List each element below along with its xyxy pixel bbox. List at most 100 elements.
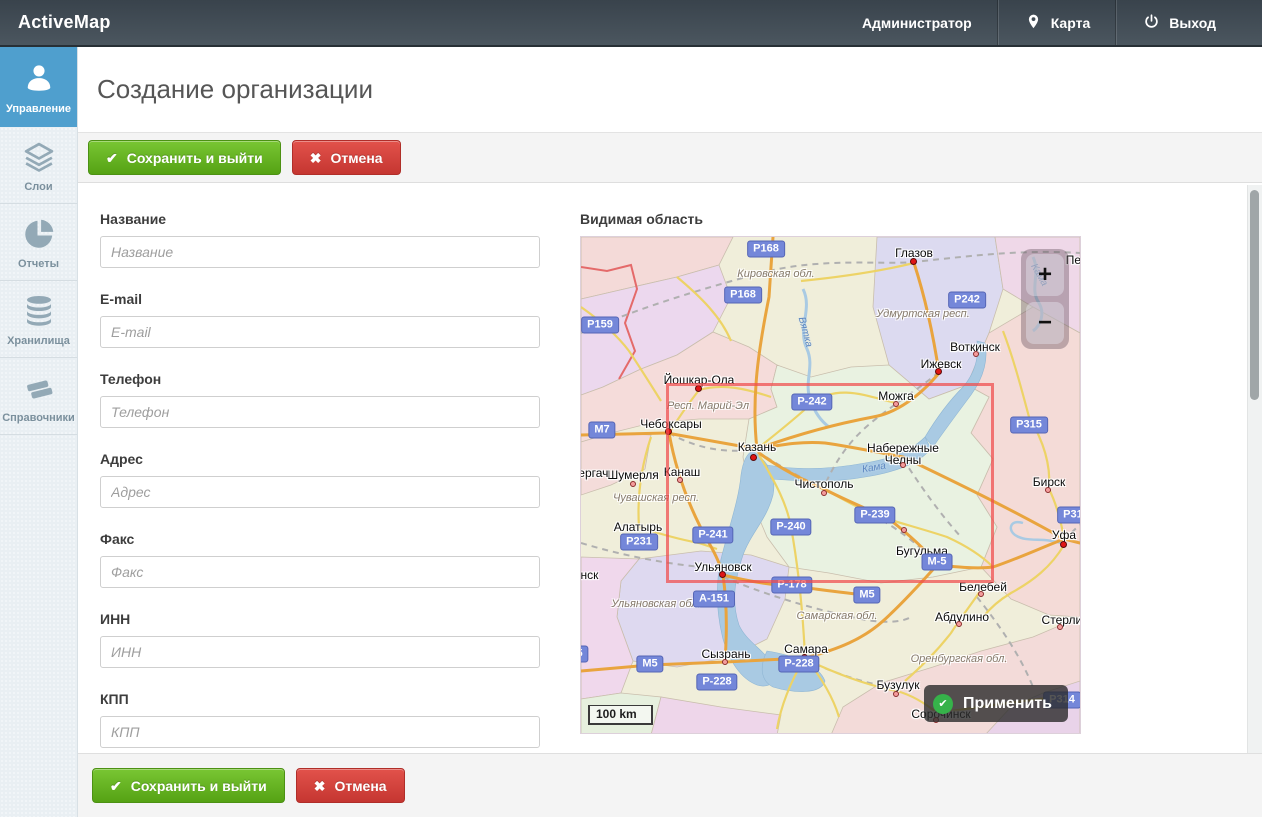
map-region-label: Ульяновская обл. (611, 598, 700, 610)
map-road-badge: Р-228 (696, 674, 737, 691)
map-region-label: Самарская обл. (796, 610, 877, 622)
map-road-badge: М5 (636, 656, 663, 673)
map-city-dot (893, 691, 899, 697)
cancel-button-bottom-label: Отмена (334, 778, 386, 794)
sidebar: Управление Слои Отчеты Хранилища Справочники (0, 47, 78, 817)
name-input[interactable] (100, 236, 540, 268)
inn-label: ИНН (100, 611, 540, 627)
email-field-group: E-mail (100, 291, 540, 348)
email-label: E-mail (100, 291, 540, 307)
map-pin-icon (1025, 13, 1042, 33)
address-field-group: Адрес (100, 451, 540, 508)
address-input[interactable] (100, 476, 540, 508)
top-toolbar: ✔ Сохранить и выйти ✖ Отмена (78, 133, 1262, 183)
map-road-badge: Р168 (747, 241, 785, 258)
save-button-label: Сохранить и выйти (127, 150, 263, 166)
save-button[interactable]: ✔ Сохранить и выйти (88, 140, 281, 175)
map-city-dot (630, 481, 636, 487)
map-city-label: Саранск (580, 569, 598, 581)
email-input[interactable] (100, 316, 540, 348)
name-field-group: Название (100, 211, 540, 268)
nav-logout-label: Выход (1169, 15, 1216, 31)
sidebar-item-layers[interactable]: Слои (0, 127, 77, 204)
map-city-dot (910, 258, 917, 265)
nav-map-link[interactable]: Карта (999, 0, 1117, 45)
map-city-dot (1045, 487, 1051, 493)
check-icon: ✔ (933, 694, 953, 714)
sidebar-item-reports[interactable]: Отчеты (0, 204, 77, 281)
user-icon (21, 61, 57, 97)
map-city-dot (973, 351, 979, 357)
navbar-menu: Администратор Карта Выход (836, 0, 1262, 45)
sidebar-item-label: Справочники (2, 412, 75, 424)
map-city-label: Уфа (1052, 529, 1076, 541)
map-city-label: Абдулино (935, 611, 989, 623)
nav-logout[interactable]: Выход (1117, 0, 1242, 45)
phone-input[interactable] (100, 396, 540, 428)
phone-field-group: Телефон (100, 371, 540, 428)
sidebar-item-label: Отчеты (18, 258, 59, 270)
save-button-bottom-label: Сохранить и выйти (131, 778, 267, 794)
map-city-dot (1060, 541, 1067, 548)
map-city-dot (935, 368, 942, 375)
sidebar-item-storages[interactable]: Хранилища (0, 281, 77, 358)
map-region-label: Удмуртская респ. (876, 308, 970, 320)
map-road-badge: Р315 (1057, 507, 1081, 524)
sidebar-item-management[interactable]: Управление (0, 47, 77, 127)
sidebar-item-label: Управление (6, 103, 71, 115)
zoom-in-button[interactable]: + (1026, 254, 1064, 296)
map-city-label: Бузулук (877, 679, 920, 691)
map-city-label: Сергач (580, 467, 608, 479)
map-selection-rectangle[interactable] (666, 383, 994, 583)
map-city-dot (978, 591, 984, 597)
apply-button-label: Применить (963, 695, 1052, 713)
map-city-label: Шумерля (607, 469, 659, 481)
kpp-field-group: КПП (100, 691, 540, 748)
zoom-out-button[interactable]: − (1026, 302, 1064, 344)
fax-field-group: Факс (100, 531, 540, 588)
nav-user[interactable]: Администратор (836, 0, 998, 45)
main-area: Создание организации ✔ Сохранить и выйти… (78, 47, 1262, 817)
kpp-input[interactable] (100, 716, 540, 748)
books-icon (21, 370, 57, 406)
map-road-badge: Р159 (581, 317, 619, 334)
cancel-button[interactable]: ✖ Отмена (292, 140, 401, 175)
page-title: Создание организации (97, 74, 373, 105)
cancel-button-bottom[interactable]: ✖ Отмена (296, 768, 405, 803)
map-widget[interactable]: ГлазовПермьВоткинскИжевскЙошкар-ОлаМожга… (580, 236, 1081, 734)
map-road-badge: М5 (853, 587, 880, 604)
save-button-bottom[interactable]: ✔ Сохранить и выйти (92, 768, 285, 803)
top-navbar: ActiveMap Администратор Карта Выход (0, 0, 1262, 47)
map-city-dot (1057, 624, 1063, 630)
database-icon (21, 293, 57, 329)
nav-user-label: Администратор (862, 15, 972, 31)
map-road-badge: Р315 (1010, 417, 1048, 434)
pie-chart-icon (21, 216, 57, 252)
app-logo[interactable]: ActiveMap (0, 12, 111, 33)
x-icon: ✖ (310, 151, 322, 165)
map-zoom-controls: + − (1021, 249, 1069, 349)
map-road-badge: Р231 (620, 534, 658, 551)
map-region-label: Кировская обл. (737, 268, 814, 280)
layers-icon (21, 139, 57, 175)
scrollbar-thumb[interactable] (1250, 190, 1259, 400)
scrollbar[interactable] (1247, 185, 1262, 753)
map-city-label: Самара (784, 643, 828, 655)
map-road-badge: М7 (588, 422, 615, 439)
bottom-toolbar: ✔ Сохранить и выйти ✖ Отмена (78, 753, 1262, 817)
sidebar-item-directories[interactable]: Справочники (0, 358, 77, 435)
check-icon: ✔ (110, 779, 122, 793)
organization-form: Название E-mail Телефон Адрес Факс ИНН КПП (100, 183, 540, 753)
title-band: Создание организации (78, 47, 1262, 133)
address-label: Адрес (100, 451, 540, 467)
fax-input[interactable] (100, 556, 540, 588)
apply-button[interactable]: ✔ Применить (924, 685, 1068, 722)
map-scale: 100 km (588, 705, 653, 725)
inn-input[interactable] (100, 636, 540, 668)
map-city-dot (956, 621, 962, 627)
map-city-dot (722, 659, 728, 665)
inn-field-group: ИНН (100, 611, 540, 668)
sidebar-item-label: Слои (24, 181, 52, 193)
map-road-badge: Р168 (724, 287, 762, 304)
map-region-label: Оренбургская обл. (911, 653, 1008, 665)
